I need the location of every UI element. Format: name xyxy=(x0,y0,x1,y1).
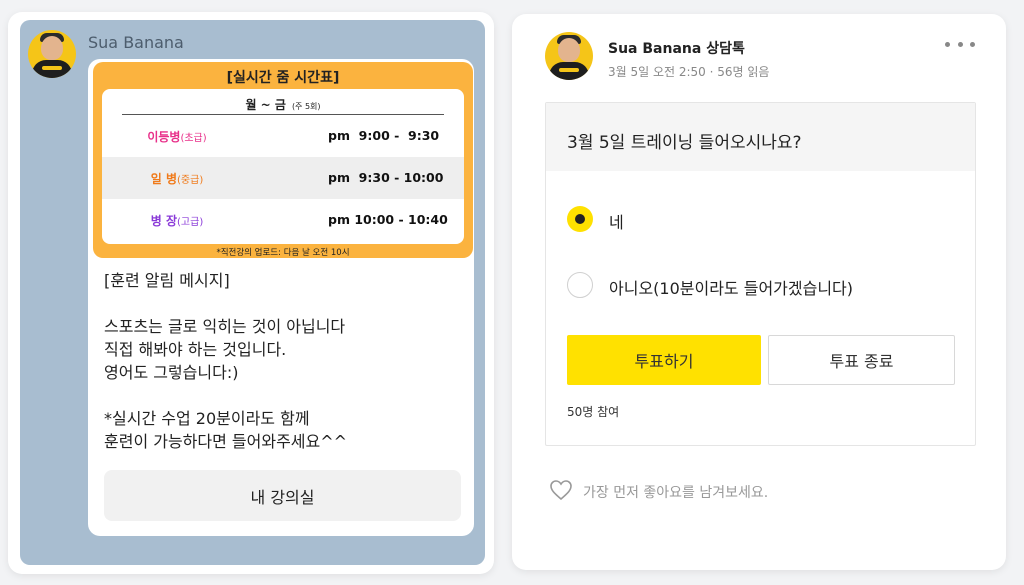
heart-icon[interactable] xyxy=(549,479,573,501)
radio-checked-icon[interactable] xyxy=(567,206,593,232)
radio-empty-icon[interactable] xyxy=(567,272,593,298)
message-bubble: [실시간 줌 시간표] 월 ~ 금 (주 5회) 이등병(초급) pm 9:00 … xyxy=(88,59,474,536)
poll-question-area: 3월 5일 트레이닝 들어오시나요? xyxy=(546,103,975,171)
like-prompt: 가장 먼저 좋아요를 남겨보세요. xyxy=(583,485,769,501)
poll-question: 3월 5일 트레이닝 들어오시나요? xyxy=(567,133,802,153)
timetable-rank: 일 병(중급) xyxy=(150,172,204,186)
poll-option-no[interactable]: 아니오(10분이라도 들어가겠습니다) xyxy=(609,275,853,299)
poll-option-yes[interactable]: 네 xyxy=(609,209,624,233)
timetable-time: pm 10:00 - 10:40 xyxy=(328,212,448,227)
timetable-days: 월 ~ 금 (주 5회) xyxy=(245,98,321,112)
poll-author: Sua Banana 상담톡 xyxy=(608,41,745,57)
sender-avatar[interactable] xyxy=(28,30,76,78)
timetable-rank: 이등병(초급) xyxy=(147,130,207,144)
sender-name: Sua Banana xyxy=(88,33,184,52)
poll-box: 3월 5일 트레이닝 들어오시나요? 네 아니오(10분이라도 들어가겠습니다)… xyxy=(545,102,976,446)
end-poll-button[interactable]: 투표 종료 xyxy=(768,335,955,385)
timetable-time: pm 9:30 - 10:00 xyxy=(328,170,444,185)
participant-count: 50명 참여 xyxy=(567,405,620,419)
timetable-title: [실시간 줌 시간표] xyxy=(226,70,340,86)
poll-card: Sua Banana 상담톡 3월 5일 오전 2:50 · 56명 읽음 3월… xyxy=(512,14,1006,570)
message-text: [훈련 알림 메시지] 스포츠는 글로 익히는 것이 아닙니다 직접 해봐야 하… xyxy=(104,271,348,451)
timetable-row: 병 장(고급) pm 10:00 - 10:40 xyxy=(102,199,464,241)
timetable-image: [실시간 줌 시간표] 월 ~ 금 (주 5회) 이등병(초급) pm 9:00 … xyxy=(93,62,473,258)
poll-meta: 3월 5일 오전 2:50 · 56명 읽음 xyxy=(608,65,770,79)
timetable-time: pm 9:00 - 9:30 xyxy=(328,128,440,143)
vote-button[interactable]: 투표하기 xyxy=(567,335,761,385)
timetable-row: 이등병(초급) pm 9:00 - 9:30 xyxy=(102,115,464,157)
my-classroom-button[interactable]: 내 강의실 xyxy=(104,470,461,521)
timetable-note: *직전강의 업로드: 다음 날 오전 10시 xyxy=(216,248,350,258)
timetable-rank: 병 장(고급) xyxy=(150,214,204,228)
more-icon[interactable] xyxy=(945,36,975,52)
author-avatar[interactable] xyxy=(545,32,593,80)
timetable-table: 월 ~ 금 (주 5회) 이등병(초급) pm 9:00 - 9:30 일 병(중… xyxy=(102,89,464,244)
timetable-row: 일 병(중급) pm 9:30 - 10:00 xyxy=(102,157,464,199)
